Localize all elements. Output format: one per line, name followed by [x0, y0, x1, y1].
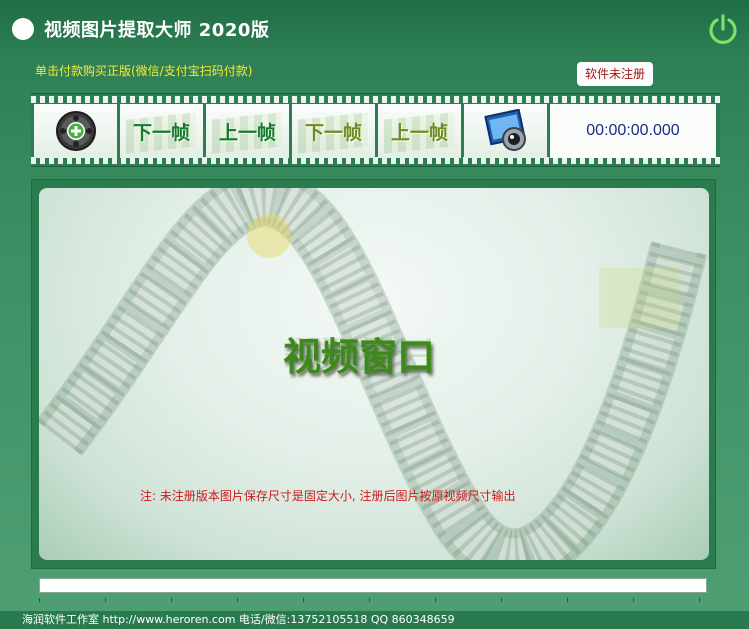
- next-frame-label: 下一帧: [304, 121, 362, 144]
- video-window[interactable]: 视频窗口 视频窗口 注: 未注册版本图片保存尺寸是固定大小, 注册后图片按原视频…: [39, 188, 709, 560]
- snapshot-photo-icon: [483, 109, 526, 151]
- prev-frame-label: 上一帧: [390, 121, 448, 144]
- open-video-icon: [55, 111, 96, 151]
- prev-frame-label: 上一帧: [218, 121, 276, 144]
- registration-status-badge[interactable]: 软件未注册: [577, 62, 653, 86]
- status-bar: 海润软件工作室 http://www.heroren.com 电话/微信:137…: [0, 611, 749, 629]
- snapshot-button[interactable]: [464, 104, 547, 158]
- video-window-label-reflection: 视频窗口: [283, 334, 436, 361]
- video-panel: 视频窗口 视频窗口 注: 未注册版本图片保存尺寸是固定大小, 注册后图片按原视频…: [31, 179, 716, 569]
- film-perforation: [31, 96, 720, 103]
- next-frame-button[interactable]: 下一帧: [120, 104, 203, 158]
- timecode-value: 00:00:00.000: [586, 122, 680, 139]
- toolbar: 下一帧 上一帧 下一帧 上一帧 00:00:00.000: [31, 93, 720, 167]
- buy-license-link[interactable]: 单击付款购买正版(微信/支付宝扫码付款): [35, 62, 252, 79]
- app-logo-icon: [12, 18, 34, 40]
- title-bar: 视频图片提取大师 2020版: [0, 0, 749, 58]
- timecode-display: 00:00:00.000: [550, 104, 716, 158]
- unregistered-note: 注: 未注册版本图片保存尺寸是固定大小, 注册后图片按原视频尺寸输出: [140, 489, 516, 503]
- progress-ticks: [39, 598, 707, 602]
- prev-frame-button[interactable]: 上一帧: [206, 104, 289, 158]
- power-icon[interactable]: [706, 12, 740, 46]
- window-title: 视频图片提取大师 2020版: [44, 20, 270, 41]
- open-video-button[interactable]: [34, 104, 117, 158]
- film-perforation: [31, 157, 720, 164]
- next-frame-button-secondary[interactable]: 下一帧: [292, 104, 375, 158]
- next-frame-label: 下一帧: [132, 121, 190, 144]
- playback-progress-bar[interactable]: [39, 578, 707, 593]
- prev-frame-button-secondary[interactable]: 上一帧: [378, 104, 461, 158]
